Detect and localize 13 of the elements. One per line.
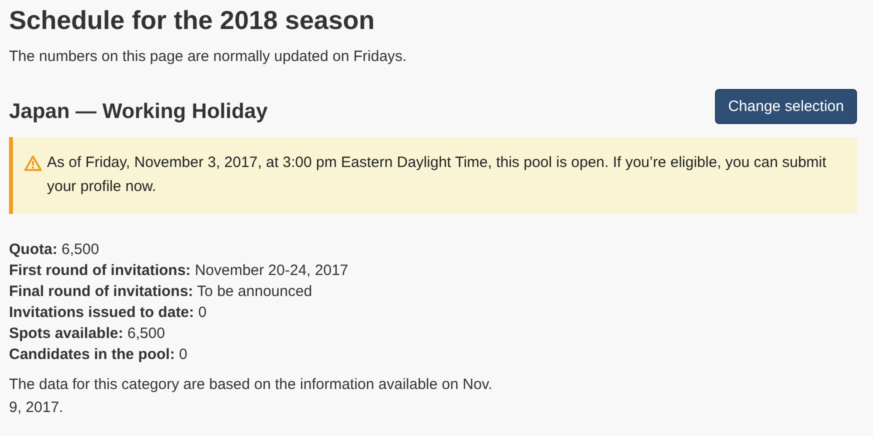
stat-line: Spots available: 6,500	[9, 324, 166, 344]
change-selection-button[interactable]: Change selection	[715, 89, 857, 124]
category-title: Japan — Working Holiday	[9, 99, 268, 125]
stat-line: Candidates in the pool: 0	[9, 345, 188, 365]
stat-line: Quota: 6,500	[9, 240, 100, 260]
stat-line: Final round of invitations: To be announced	[9, 282, 314, 302]
intro-text: The numbers on this page are normally updated on Fridays.	[9, 47, 408, 67]
warning-icon	[24, 155, 42, 171]
stat-line: Invitations issued to date: 0	[9, 303, 208, 323]
stat-line: First round of invitations: November 20-24, 2017	[9, 261, 350, 281]
alert-message: As of Friday, November 3, 2017, at 3:00 pm Eastern Daylight Time, this pool is open. If you’re eligible, you can submit your profile now.	[47, 153, 828, 197]
data-note: The data for this category are based on the information available on Nov. 9, 2017.	[9, 375, 494, 418]
page-title: Schedule for the 2018 season	[9, 4, 376, 35]
